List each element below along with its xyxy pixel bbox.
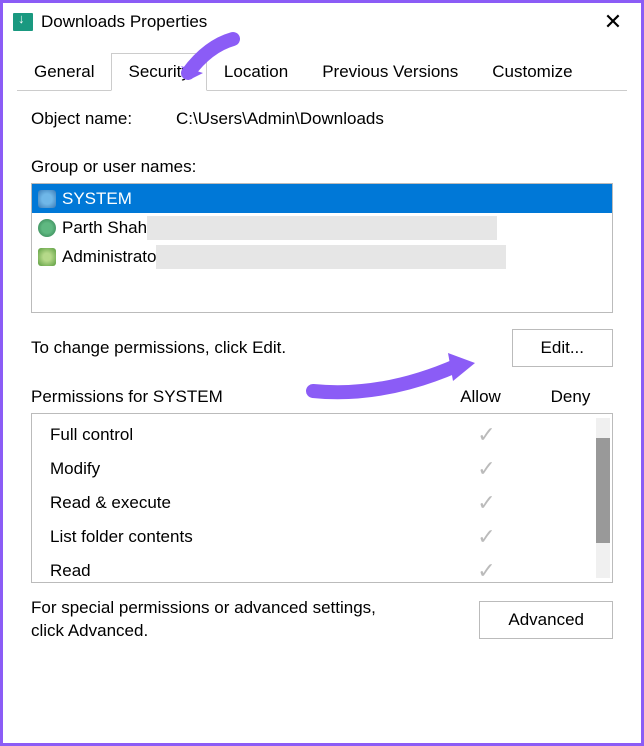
scrollbar-thumb[interactable] bbox=[596, 438, 610, 543]
close-button[interactable]: ✕ bbox=[593, 7, 633, 37]
window-title: Downloads Properties bbox=[41, 12, 207, 32]
list-item-user[interactable]: Parth Shah bbox=[32, 213, 612, 242]
permission-row: Full control ✓ bbox=[32, 418, 612, 452]
tab-general[interactable]: General bbox=[17, 53, 111, 90]
tab-label: Previous Versions bbox=[322, 62, 458, 81]
permission-row: List folder contents ✓ bbox=[32, 520, 612, 554]
allow-column-header: Allow bbox=[433, 387, 528, 407]
list-item-admin[interactable]: Administrato bbox=[32, 242, 612, 271]
allow-check-icon: ✓ bbox=[439, 490, 534, 516]
tab-customize[interactable]: Customize bbox=[475, 53, 589, 90]
deny-column-header: Deny bbox=[528, 387, 613, 407]
user-name: Parth Shah bbox=[62, 218, 147, 238]
object-name-label: Object name: bbox=[31, 109, 176, 129]
list-item-system[interactable]: SYSTEM bbox=[32, 184, 612, 213]
allow-check-icon: ✓ bbox=[439, 456, 534, 482]
user-name: Administrato bbox=[62, 247, 156, 267]
edit-button[interactable]: Edit... bbox=[512, 329, 613, 367]
folder-download-icon bbox=[13, 13, 33, 31]
permissions-header: Permissions for SYSTEM Allow Deny bbox=[31, 387, 613, 407]
tabs-bar: General Security Location Previous Versi… bbox=[17, 53, 627, 91]
permission-name: Modify bbox=[50, 459, 439, 479]
group-names-label: Group or user names: bbox=[31, 157, 613, 177]
allow-check-icon: ✓ bbox=[439, 422, 534, 448]
object-name-value: C:\Users\Admin\Downloads bbox=[176, 109, 384, 129]
group-icon bbox=[38, 248, 56, 266]
user-name: SYSTEM bbox=[62, 189, 132, 209]
tab-label: Location bbox=[224, 62, 288, 81]
advanced-text: For special permissions or advanced sett… bbox=[31, 597, 401, 643]
titlebar: Downloads Properties ✕ bbox=[3, 3, 641, 41]
redacted-region bbox=[147, 216, 497, 240]
allow-check-icon: ✓ bbox=[439, 524, 534, 550]
redacted-region bbox=[156, 245, 506, 269]
edit-row: To change permissions, click Edit. Edit.… bbox=[31, 329, 613, 367]
permissions-title: Permissions for SYSTEM bbox=[31, 387, 433, 407]
scrollbar[interactable] bbox=[596, 418, 610, 578]
tab-label: Customize bbox=[492, 62, 572, 81]
allow-check-icon: ✓ bbox=[439, 558, 534, 583]
tab-content: Object name: C:\Users\Admin\Downloads Gr… bbox=[3, 91, 641, 653]
object-row: Object name: C:\Users\Admin\Downloads bbox=[31, 109, 613, 129]
permission-name: Full control bbox=[50, 425, 439, 445]
change-permissions-text: To change permissions, click Edit. bbox=[31, 338, 286, 358]
permission-name: Read & execute bbox=[50, 493, 439, 513]
permission-row: Read & execute ✓ bbox=[32, 486, 612, 520]
permission-row: Modify ✓ bbox=[32, 452, 612, 486]
permissions-list: Full control ✓ Modify ✓ Read & execute ✓… bbox=[31, 413, 613, 583]
tab-location[interactable]: Location bbox=[207, 53, 305, 90]
user-icon bbox=[38, 219, 56, 237]
advanced-row: For special permissions or advanced sett… bbox=[31, 597, 613, 643]
tab-previous-versions[interactable]: Previous Versions bbox=[305, 53, 475, 90]
tab-label: Security bbox=[128, 62, 189, 81]
user-list[interactable]: SYSTEM Parth Shah Administrato bbox=[31, 183, 613, 313]
advanced-button[interactable]: Advanced bbox=[479, 601, 613, 639]
permission-name: Read bbox=[50, 561, 439, 581]
group-icon bbox=[38, 190, 56, 208]
permission-row: Read ✓ bbox=[32, 554, 612, 583]
tab-label: General bbox=[34, 62, 94, 81]
tab-security[interactable]: Security bbox=[111, 53, 206, 91]
permission-name: List folder contents bbox=[50, 527, 439, 547]
